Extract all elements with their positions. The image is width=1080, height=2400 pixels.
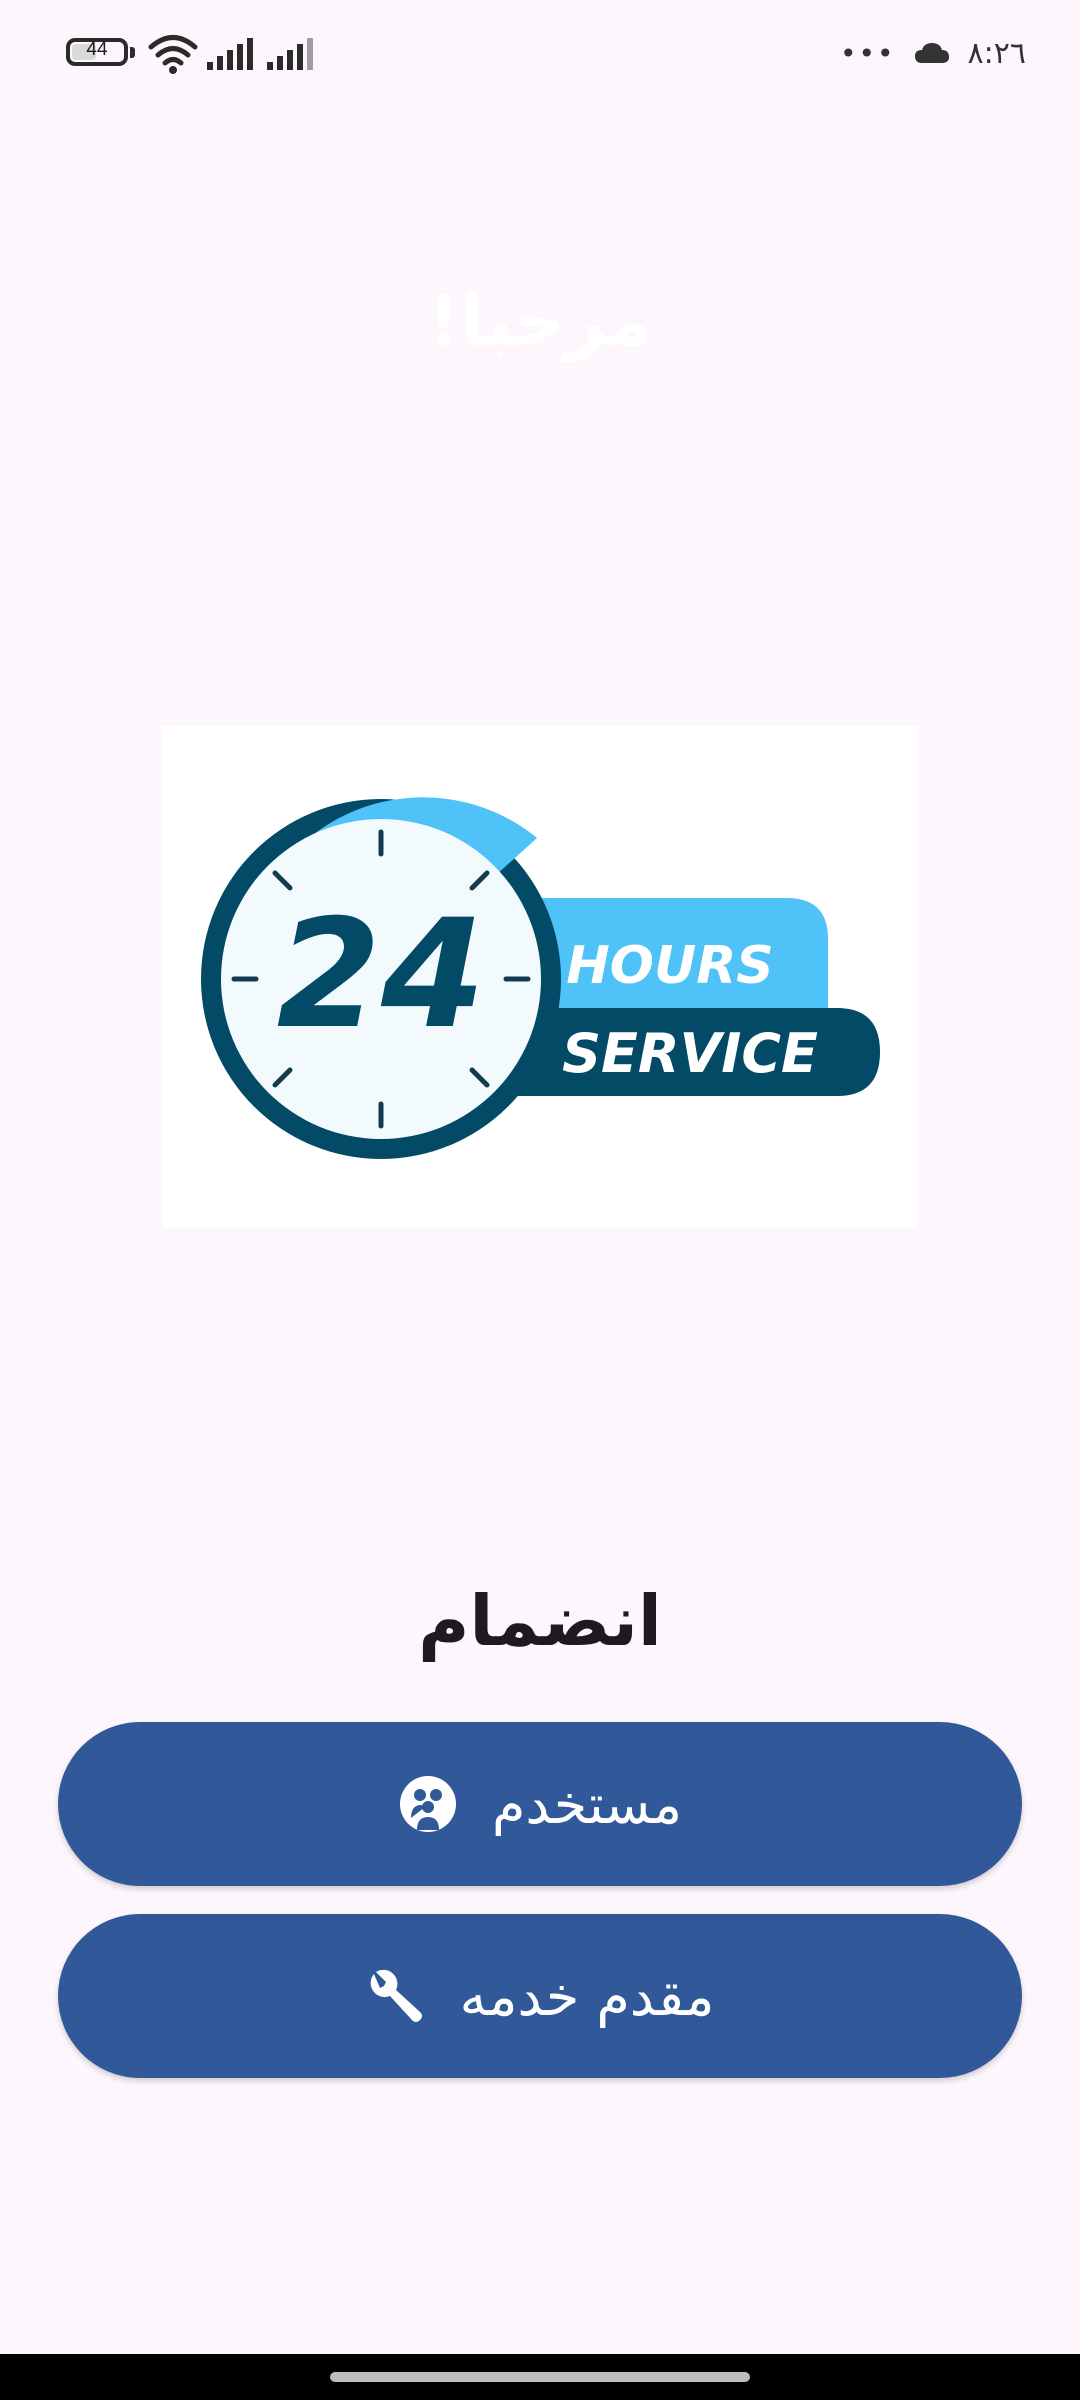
signal-icon [267,38,313,70]
service-provider-button-label: مقدم خدمه [459,1964,715,2028]
cloud-icon [914,43,949,63]
signal-icon [207,38,253,70]
logo-number: 24 [277,888,486,1062]
welcome-title: مرحبا! [427,280,653,362]
users-icon [399,1776,456,1832]
battery-cap [130,47,135,58]
navigation-bar [0,2354,1080,2400]
battery-level: 44 [86,39,108,60]
wifi-icon [148,35,198,74]
service-provider-button[interactable]: مقدم خدمه [58,1914,1022,2078]
clock: ٨:٢٦ [967,35,1026,71]
logo-hours: HOURS [566,936,773,996]
battery-icon: 44 [66,38,128,66]
service-logo: 24 HOURS SERVICE [162,726,918,1228]
logo-service: SERVICE [562,1022,818,1085]
home-gesture-handle[interactable] [330,2372,750,2382]
wrench-icon [370,1969,422,2022]
status-right: ••• ٨:٢٦ [840,30,1026,76]
status-bar: 44 ••• ٨:٢٦ [0,0,1080,110]
user-button-label: مستخدم [491,1772,683,1836]
join-title: انضمام [418,1580,662,1662]
user-button[interactable]: مستخدم [58,1722,1022,1886]
24-hours-service-logo: 24 HOURS SERVICE [201,797,880,1159]
overflow-dots: ••• [840,36,896,70]
